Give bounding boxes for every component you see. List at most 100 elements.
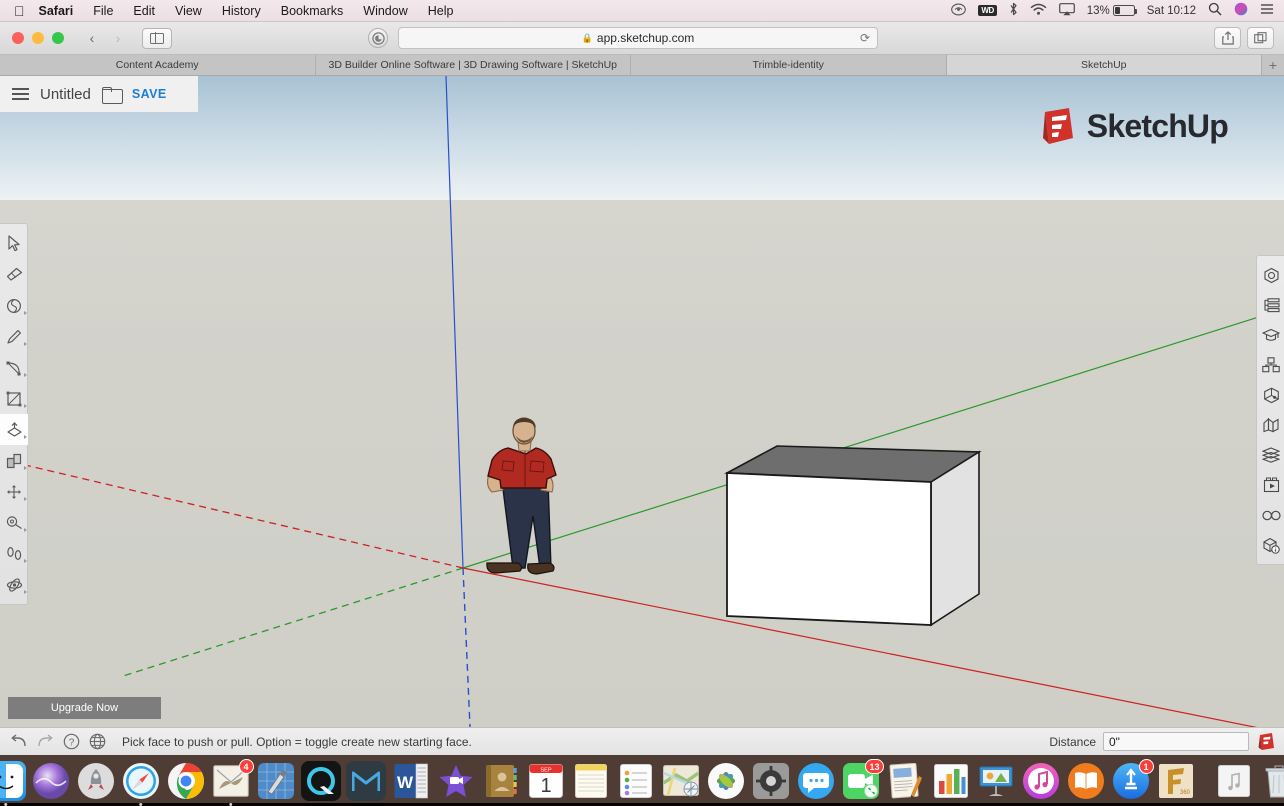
spotlight-search-icon[interactable]	[1208, 2, 1222, 19]
dock-item-ibooks[interactable]	[1066, 761, 1106, 801]
menu-view[interactable]: View	[175, 4, 202, 18]
materials-panel[interactable]	[1257, 380, 1284, 410]
globe-icon[interactable]	[84, 729, 110, 755]
sketchup-viewport[interactable]: Untitled SAVE SketchUp	[0, 76, 1284, 727]
page-reader-icon[interactable]	[368, 28, 388, 48]
dock-item-system-preferences[interactable]	[751, 761, 791, 801]
tab-content-academy[interactable]: Content Academy	[0, 55, 316, 75]
dock-item-safari[interactable]	[121, 761, 161, 801]
entity-info-panel[interactable]	[1257, 260, 1284, 290]
layers-panel[interactable]	[1257, 440, 1284, 470]
help-question-icon[interactable]: ?	[58, 729, 84, 755]
paint-bucket-tool[interactable]	[0, 290, 28, 321]
select-tool[interactable]	[0, 228, 28, 259]
airplay-icon[interactable]	[1059, 3, 1075, 19]
dock-item-music-folder[interactable]	[1214, 761, 1254, 801]
dock-item-facetime[interactable]: 13	[841, 761, 881, 801]
safari-tab-bar: Content Academy 3D Builder Online Softwa…	[0, 55, 1284, 76]
menu-help[interactable]: Help	[428, 4, 454, 18]
dock-item-fusion-360[interactable]: 360	[1156, 761, 1196, 801]
battery-status[interactable]: 13%	[1087, 5, 1135, 17]
dock-item-finder[interactable]	[0, 761, 26, 801]
dock-item-contacts[interactable]	[481, 761, 521, 801]
tape-measure-tool[interactable]	[0, 507, 28, 538]
save-button[interactable]: SAVE	[132, 87, 167, 101]
measurement-input[interactable]: 0"	[1103, 732, 1249, 751]
undo-icon[interactable]	[6, 729, 32, 755]
tab-overview-icon[interactable]	[1247, 27, 1274, 49]
address-bar[interactable]: 🔒 app.sketchup.com ⟳	[398, 27, 878, 49]
components-panel[interactable]	[1257, 350, 1284, 380]
walk-tool[interactable]	[0, 538, 28, 569]
maximize-window-button[interactable]	[52, 32, 64, 44]
stereo-glasses-panel[interactable]	[1257, 500, 1284, 530]
dock-item-keynote[interactable]	[976, 761, 1016, 801]
move-tool[interactable]	[0, 476, 28, 507]
dock-item-xcode[interactable]	[256, 761, 296, 801]
scenes-panel[interactable]	[1257, 470, 1284, 500]
dock-item-pages[interactable]	[886, 761, 926, 801]
siri-icon[interactable]	[1234, 2, 1248, 19]
dock-item-photos[interactable]	[706, 761, 746, 801]
dock-item-imovie[interactable]	[436, 761, 476, 801]
dock-item-quicktime-player[interactable]	[301, 761, 341, 801]
menu-safari[interactable]: Safari	[39, 4, 74, 18]
styles-panel[interactable]	[1257, 410, 1284, 440]
tab-3d-builder[interactable]: 3D Builder Online Software | 3D Drawing …	[316, 55, 632, 75]
line-pencil-tool[interactable]	[0, 321, 28, 352]
open-folder-icon[interactable]	[102, 87, 121, 102]
menu-file[interactable]: File	[93, 4, 113, 18]
redo-icon[interactable]	[32, 729, 58, 755]
dock-item-itunes[interactable]	[1021, 761, 1061, 801]
menu-edit[interactable]: Edit	[133, 4, 155, 18]
dock-item-reminders[interactable]	[616, 761, 656, 801]
dock-item-calendar[interactable]: SEP1	[526, 761, 566, 801]
dock-item-trash[interactable]	[1259, 761, 1284, 801]
dock-item-numbers[interactable]	[931, 761, 971, 801]
sidebar-toggle-button[interactable]	[142, 28, 172, 49]
orbit-tool[interactable]	[0, 569, 28, 600]
menu-bar-clock[interactable]: Sat 10:12	[1147, 5, 1196, 17]
tab-trimble-identity[interactable]: Trimble-identity	[631, 55, 947, 75]
sketchup-small-logo-icon[interactable]	[1256, 732, 1278, 752]
close-window-button[interactable]	[12, 32, 24, 44]
document-title[interactable]: Untitled	[40, 86, 91, 103]
minimize-window-button[interactable]	[32, 32, 44, 44]
dock-item-mail[interactable]: 4	[211, 761, 251, 801]
new-tab-button[interactable]: +	[1262, 55, 1284, 75]
outliner-panel[interactable]	[1257, 290, 1284, 320]
dock-item-siri[interactable]	[31, 761, 71, 801]
tab-sketchup[interactable]: SketchUp	[947, 55, 1263, 75]
instructor-panel[interactable]	[1257, 320, 1284, 350]
reload-icon[interactable]: ⟳	[860, 31, 870, 45]
eraser-tool[interactable]	[0, 259, 28, 290]
push-pull-tool[interactable]	[0, 445, 28, 476]
rectangle-tool[interactable]	[0, 383, 28, 414]
dock-item-gmail[interactable]	[346, 761, 386, 801]
sketchup-right-toolbar	[1256, 255, 1284, 565]
dock-item-app-store[interactable]: 1	[1111, 761, 1151, 801]
dock-item-maps[interactable]	[661, 761, 701, 801]
share-icon[interactable]	[1214, 27, 1241, 49]
dock-item-notes[interactable]	[571, 761, 611, 801]
dock-item-microsoft-word[interactable]: W	[391, 761, 431, 801]
bluetooth-icon[interactable]	[1009, 2, 1018, 19]
forward-button[interactable]: ›	[106, 28, 130, 49]
upgrade-now-button[interactable]: Upgrade Now	[8, 697, 161, 719]
apple-logo-icon[interactable]: 	[14, 4, 25, 18]
wd-drive-icon[interactable]: WD	[978, 5, 996, 16]
model-info-panel[interactable]	[1257, 530, 1284, 560]
creative-cloud-icon[interactable]	[951, 3, 966, 19]
followme-tool[interactable]	[0, 414, 28, 445]
dock-item-messages[interactable]	[796, 761, 836, 801]
dock-item-google-chrome[interactable]	[166, 761, 206, 801]
arc-tool[interactable]	[0, 352, 28, 383]
menu-bookmarks[interactable]: Bookmarks	[281, 4, 344, 18]
hamburger-menu-icon[interactable]	[12, 88, 29, 99]
menu-window[interactable]: Window	[363, 4, 407, 18]
dock-item-launchpad[interactable]	[76, 761, 116, 801]
back-button[interactable]: ‹	[80, 28, 104, 49]
wifi-icon[interactable]	[1030, 3, 1047, 19]
menu-history[interactable]: History	[222, 4, 261, 18]
notification-center-icon[interactable]	[1260, 3, 1274, 18]
